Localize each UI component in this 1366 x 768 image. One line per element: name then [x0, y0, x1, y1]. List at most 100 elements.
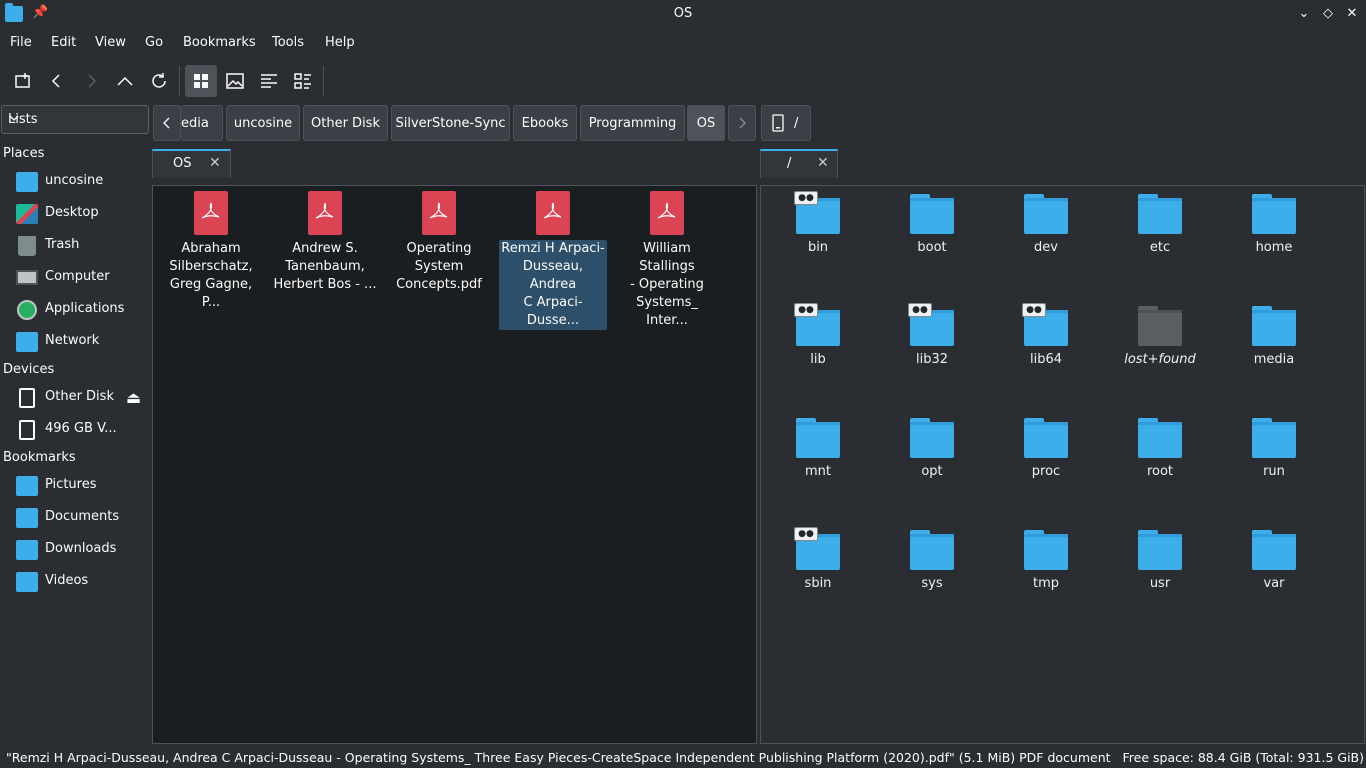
folder-item[interactable]: var: [1229, 522, 1319, 591]
file-item[interactable]: Andrew S. Tanenbaum, Herbert Bos - ...: [271, 186, 379, 294]
sidebar-item-label: Pictures: [45, 477, 97, 492]
sidebar-item-applications[interactable]: Applications: [0, 295, 150, 325]
folder-item[interactable]: dev: [1001, 186, 1091, 255]
folder-name: home: [1255, 240, 1293, 255]
folder-item[interactable]: ●● lib: [773, 298, 863, 367]
symlink-icon: ●●: [794, 527, 818, 541]
sidebar-item-computer[interactable]: Computer: [0, 263, 150, 293]
menu-edit[interactable]: Edit: [51, 35, 76, 50]
drive-icon: [19, 388, 35, 408]
downloads-folder-icon: [16, 540, 38, 560]
folder-item[interactable]: root: [1115, 410, 1205, 479]
folder-item[interactable]: ●● sbin: [773, 522, 863, 591]
folder-item[interactable]: mnt: [773, 410, 863, 479]
toolbar: [0, 62, 1366, 100]
folder-item[interactable]: etc: [1115, 186, 1205, 255]
sidebar-item-uncosine[interactable]: uncosine: [0, 167, 150, 197]
sidebar-item-downloads[interactable]: Downloads: [0, 535, 150, 565]
menu-bookmarks[interactable]: Bookmarks: [183, 35, 256, 50]
close-icon[interactable]: ✕: [1342, 4, 1362, 24]
file-item[interactable]: William Stallings - Operating Systems_ Int…: [613, 186, 721, 330]
folder-item[interactable]: usr: [1115, 522, 1205, 591]
breadcrumb-uncosine[interactable]: uncosine: [226, 105, 300, 141]
reload-icon: [152, 73, 166, 88]
menu-file[interactable]: File: [10, 35, 32, 50]
status-bar: "Remzi H Arpaci-Dusseau, Andrea C Arpaci…: [0, 748, 1366, 768]
sidebar-item-496gb[interactable]: 496 GB V...: [0, 415, 150, 445]
details-view-button[interactable]: [253, 65, 285, 97]
menu-go[interactable]: Go: [145, 35, 163, 50]
breadcrumb-other-disk[interactable]: Other Disk: [303, 105, 388, 141]
breadcrumb-media[interactable]: edia: [181, 105, 223, 141]
sidebar-item-trash[interactable]: Trash: [0, 231, 150, 261]
sidebar-item-pictures[interactable]: Pictures: [0, 471, 150, 501]
folder-item[interactable]: sys: [887, 522, 977, 591]
folder-item[interactable]: ●● bin: [773, 186, 863, 255]
preview-button[interactable]: [219, 65, 251, 97]
breadcrumb-os[interactable]: OS: [687, 105, 725, 141]
split-view-button[interactable]: [287, 65, 319, 97]
back-button[interactable]: [41, 65, 73, 97]
tab-root[interactable]: / ✕: [760, 149, 838, 178]
folder-icon: [1252, 194, 1296, 234]
folder-item[interactable]: home: [1229, 186, 1319, 255]
sidebar-item-label: Downloads: [45, 541, 117, 556]
sidebar-item-network[interactable]: Network: [0, 327, 150, 357]
icon-view-button[interactable]: [185, 65, 217, 97]
trash-icon: [18, 236, 36, 256]
file-item-selected[interactable]: Remzi H Arpaci- Dusseau, Andrea C Arpaci-D…: [499, 186, 607, 330]
folder-item[interactable]: boot: [887, 186, 977, 255]
left-file-pane[interactable]: Abraham Silberschatz, Greg Gagne, P... And…: [152, 185, 757, 744]
folder-item[interactable]: opt: [887, 410, 977, 479]
new-tab-icon: [15, 73, 30, 88]
maximize-icon[interactable]: ◇: [1318, 4, 1338, 24]
breadcrumb-ebooks[interactable]: Ebooks: [513, 105, 577, 141]
sidebar-item-other-disk[interactable]: Other Disk ⏏: [0, 383, 150, 413]
folder-item[interactable]: proc: [1001, 410, 1091, 479]
up-button[interactable]: [109, 65, 141, 97]
menu-tools[interactable]: Tools: [272, 35, 304, 50]
file-item[interactable]: Operating System Concepts.pdf: [385, 186, 493, 294]
sidebar-item-videos[interactable]: Videos: [0, 567, 150, 597]
folder-icon: [910, 194, 954, 234]
breadcrumb-silverstone-sync[interactable]: SilverStone-Sync: [391, 105, 510, 141]
file-item[interactable]: Abraham Silberschatz, Greg Gagne, P...: [157, 186, 265, 312]
folder-name: lib: [810, 352, 826, 367]
new-tab-button[interactable]: [7, 65, 39, 97]
places-dropdown[interactable]: Lists: [1, 105, 149, 134]
forward-button[interactable]: [75, 65, 107, 97]
close-tab-icon[interactable]: ✕: [817, 155, 829, 171]
breadcrumb-programming[interactable]: Programming: [580, 105, 685, 141]
toolbar-separator: [179, 66, 180, 96]
status-free-space[interactable]: Free space: 88.4 GiB (Total: 931.5 GiB): [1123, 750, 1365, 765]
folder-item[interactable]: media: [1229, 298, 1319, 367]
sidebar-item-documents[interactable]: Documents: [0, 503, 150, 533]
tab-os[interactable]: OS ✕: [152, 149, 231, 178]
reload-button[interactable]: [143, 65, 175, 97]
breadcrumb-scroll-right-button[interactable]: [728, 105, 756, 141]
folder-item[interactable]: lost+found: [1115, 298, 1205, 367]
folder-item[interactable]: run: [1229, 410, 1319, 479]
right-location-bar[interactable]: /: [761, 105, 811, 141]
sidebar-item-desktop[interactable]: Desktop: [0, 199, 150, 229]
folder-icon: [1138, 194, 1182, 234]
menu-view[interactable]: View: [95, 35, 126, 50]
folder-name: mnt: [805, 464, 831, 479]
folder-item[interactable]: ●● lib64: [1001, 298, 1091, 367]
right-file-pane[interactable]: ●● bin boot dev etc home ●● lib ●● lib32 ●●…: [760, 185, 1365, 744]
breadcrumb-scroll-left-button[interactable]: [153, 105, 181, 141]
eject-icon[interactable]: ⏏: [126, 388, 141, 407]
folder-name: usr: [1149, 576, 1171, 591]
forward-icon: [88, 74, 97, 88]
close-tab-icon[interactable]: ✕: [209, 155, 221, 171]
folder-name: sbin: [804, 576, 832, 591]
menu-help[interactable]: Help: [325, 35, 355, 50]
sidebar-item-label: Desktop: [45, 205, 99, 220]
symlink-icon: ●●: [1022, 303, 1046, 317]
minimize-icon[interactable]: ⌄: [1294, 4, 1314, 24]
folder-item[interactable]: tmp: [1001, 522, 1091, 591]
folder-name: lost+found: [1124, 352, 1196, 367]
folder-item[interactable]: ●● lib32: [887, 298, 977, 367]
symlink-icon: ●●: [794, 303, 818, 317]
folder-name: tmp: [1032, 576, 1059, 591]
